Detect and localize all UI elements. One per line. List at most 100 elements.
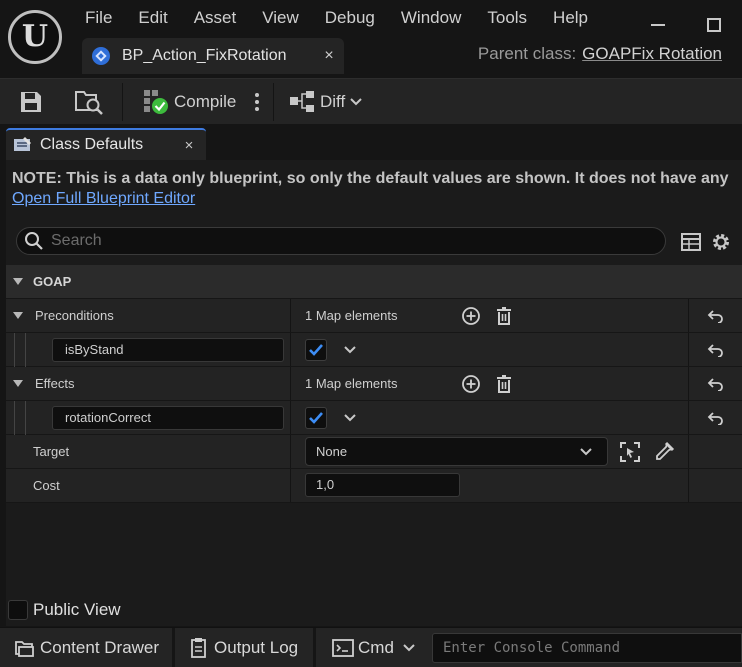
reset-button[interactable] — [689, 333, 742, 366]
data-only-note: NOTE: This is a data only blueprint, so … — [12, 170, 729, 187]
add-element-icon[interactable] — [461, 306, 481, 326]
output-log-label: Output Log — [214, 638, 299, 657]
reset-arrow-icon — [707, 309, 723, 323]
reset-button[interactable] — [689, 401, 742, 434]
content-drawer-icon — [15, 641, 34, 657]
minimize-icon — [651, 24, 665, 26]
console-input[interactable] — [433, 634, 733, 662]
search-icon — [17, 231, 51, 251]
window-controls — [630, 0, 742, 46]
trash-icon[interactable] — [494, 306, 514, 326]
class-defaults-tab-label: Class Defaults — [40, 136, 144, 153]
chevron-down-icon — [580, 447, 592, 455]
trash-icon[interactable] — [494, 374, 514, 394]
maximize-icon — [707, 18, 721, 32]
menu-window[interactable]: Window — [388, 0, 474, 36]
chevron-down-icon[interactable] — [343, 413, 357, 423]
output-log-button[interactable]: Output Log — [189, 628, 298, 667]
menu-help[interactable]: Help — [540, 0, 601, 36]
preconditions-row: Preconditions 1 Map elements — [6, 299, 742, 333]
toolbar: Compile Diff — [0, 78, 742, 124]
unreal-logo-icon[interactable]: U — [8, 10, 62, 64]
add-element-icon[interactable] — [461, 374, 481, 394]
diff-label: Diff — [320, 92, 346, 111]
terminal-icon — [332, 639, 354, 657]
category-goap[interactable]: GOAP — [6, 265, 742, 299]
reset-arrow-icon — [707, 343, 723, 357]
maximize-button[interactable] — [686, 0, 742, 46]
class-defaults-tab[interactable]: Class Defaults × — [6, 128, 206, 160]
more-vertical-icon — [255, 93, 259, 111]
effects-count: 1 Map elements — [305, 376, 398, 391]
eyedropper-icon[interactable] — [653, 441, 675, 463]
property-matrix-button[interactable] — [680, 231, 702, 253]
search-input[interactable] — [51, 232, 641, 250]
gear-icon — [713, 234, 729, 250]
menu-view[interactable]: View — [249, 0, 312, 36]
effects-value-checkbox[interactable] — [305, 406, 327, 429]
cost-field[interactable]: 1,0 — [305, 473, 460, 497]
chevron-down-icon — [403, 644, 415, 652]
blueprint-icon — [92, 47, 110, 65]
reset-button[interactable] — [689, 299, 742, 332]
minimize-button[interactable] — [630, 0, 686, 46]
public-view-checkbox[interactable] — [8, 600, 28, 620]
browse-button[interactable] — [74, 79, 104, 125]
menu-debug[interactable]: Debug — [312, 0, 388, 36]
preconditions-value-checkbox[interactable] — [305, 338, 327, 361]
parent-class-link[interactable]: GOAPFix Rotation — [582, 44, 722, 64]
public-view-toggle[interactable]: Public View — [6, 600, 121, 620]
checkmark-icon — [309, 343, 323, 356]
checkmark-icon — [309, 411, 323, 424]
open-full-editor-link[interactable]: Open Full Blueprint Editor — [12, 190, 195, 208]
preconditions-count: 1 Map elements — [305, 308, 398, 323]
menu-bar: File Edit Asset View Debug Window Tools … — [72, 0, 601, 36]
panel-tab-bar: Class Defaults × — [0, 126, 742, 160]
close-panel-tab-button[interactable]: × — [172, 137, 206, 154]
parent-class: Parent class: GOAPFix Rotation — [478, 44, 722, 64]
menu-edit[interactable]: Edit — [125, 0, 180, 36]
menu-asset[interactable]: Asset — [181, 0, 250, 36]
expand-arrow-icon[interactable] — [13, 312, 23, 319]
effects-row: Effects 1 Map elements — [6, 367, 742, 401]
table-icon — [681, 233, 701, 251]
document-tab-label: BP_Action_FixRotation — [122, 47, 287, 64]
output-log-icon — [191, 638, 206, 658]
diff-button[interactable]: Diff — [288, 79, 363, 125]
category-label: GOAP — [33, 274, 72, 289]
parent-class-label: Parent class: — [477, 44, 577, 63]
preconditions-key-field[interactable]: isByStand — [52, 338, 284, 362]
console-box — [432, 633, 742, 663]
content-drawer-label: Content Drawer — [40, 638, 160, 657]
status-bar: Content Drawer Output Log Cmd — [0, 627, 742, 667]
title-bar: U File Edit Asset View Debug Window Tool… — [0, 0, 742, 78]
effects-key-field[interactable]: rotationCorrect — [52, 406, 284, 430]
select-actor-icon[interactable] — [619, 441, 641, 463]
preconditions-entry-row: isByStand — [6, 333, 742, 367]
reset-arrow-icon — [707, 377, 723, 391]
chevron-down-icon[interactable] — [343, 345, 357, 355]
save-button[interactable] — [18, 79, 44, 125]
document-tab[interactable]: BP_Action_FixRotation × — [82, 38, 344, 74]
expand-arrow-icon[interactable] — [13, 380, 23, 387]
compile-options-button[interactable] — [250, 79, 264, 125]
target-dropdown[interactable]: None — [305, 437, 608, 466]
target-row: Target None — [6, 435, 742, 469]
settings-button[interactable] — [710, 231, 732, 253]
class-defaults-panel: NOTE: This is a data only blueprint, so … — [6, 160, 742, 626]
close-tab-button[interactable]: × — [314, 47, 344, 65]
menu-file[interactable]: File — [72, 0, 125, 36]
diff-icon — [290, 91, 314, 112]
effects-label: Effects — [35, 376, 75, 391]
public-view-label: Public View — [33, 600, 121, 619]
compile-status-icon — [144, 90, 168, 114]
content-drawer-button[interactable]: Content Drawer — [14, 628, 159, 667]
cmd-button[interactable]: Cmd — [332, 628, 416, 667]
reset-button[interactable] — [689, 367, 742, 400]
reset-arrow-icon — [707, 411, 723, 425]
compile-button[interactable]: Compile — [142, 79, 236, 125]
menu-tools[interactable]: Tools — [474, 0, 540, 36]
target-value: None — [316, 444, 348, 459]
search-box — [16, 227, 666, 255]
cost-row: Cost 1,0 — [6, 469, 742, 503]
